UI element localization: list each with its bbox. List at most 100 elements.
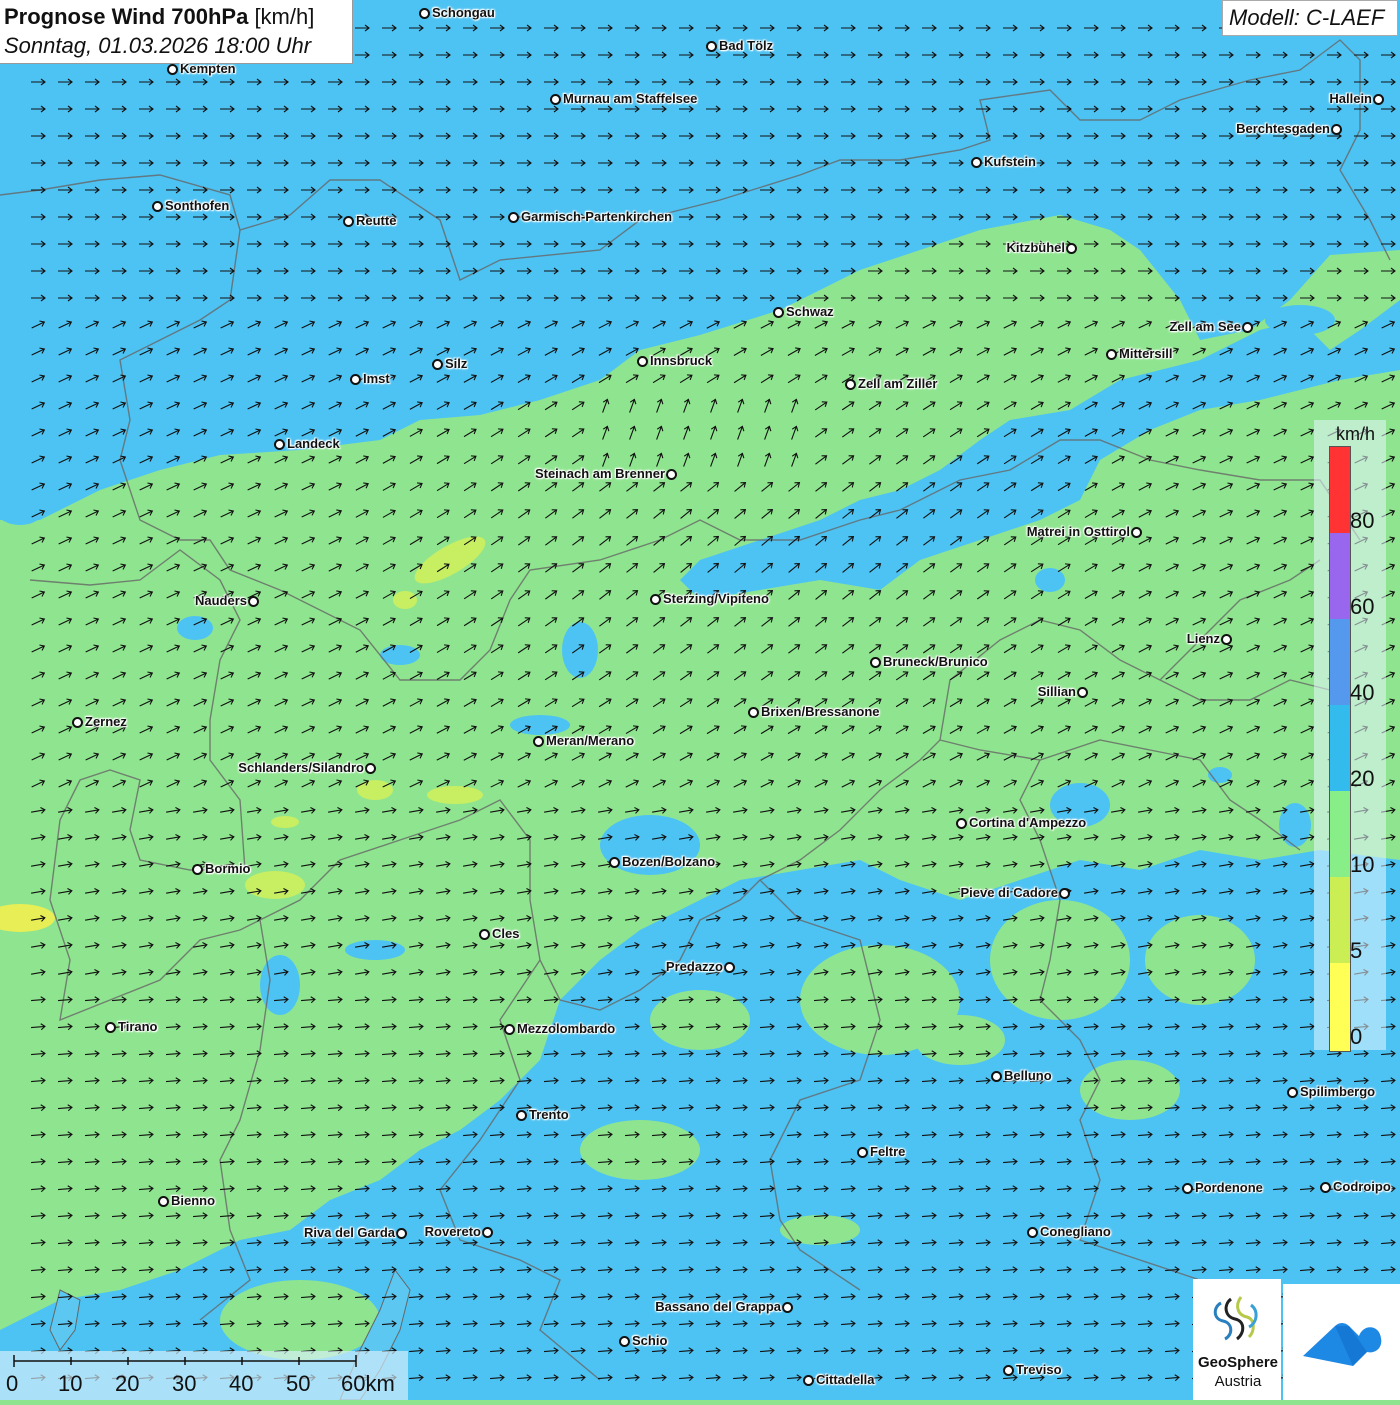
legend-label: 20 <box>1350 766 1375 791</box>
city-label: Bozen/Bolzano <box>622 854 716 869</box>
city-marker <box>432 359 443 370</box>
city-label: Schwaz <box>786 304 834 319</box>
city-label: Schongau <box>432 5 495 20</box>
city-label: Zell am Ziller <box>858 376 938 391</box>
wind-island <box>220 1280 380 1360</box>
wind-calm-patch <box>271 816 299 828</box>
city-label: Matrei in Osttirol <box>1026 524 1130 539</box>
legend-label: 10 <box>1350 852 1375 877</box>
legend-label: 0 <box>1350 1024 1363 1049</box>
wind-calm-patch <box>245 871 305 899</box>
city-marker <box>479 929 490 940</box>
city-label: Cles <box>492 926 520 941</box>
wind-island <box>260 1020 440 1160</box>
city-label: Trento <box>529 1107 569 1122</box>
city-marker <box>1331 124 1342 135</box>
city-label: Pordenone <box>1195 1180 1263 1195</box>
city-label: Hallein <box>1329 91 1372 106</box>
city-marker <box>706 41 717 52</box>
legend-label: 40 <box>1350 680 1375 705</box>
city-marker <box>991 1071 1002 1082</box>
city-marker <box>533 736 544 747</box>
city-marker <box>666 469 677 480</box>
city-label: Rovereto <box>424 1224 481 1239</box>
wind-calm-patch <box>357 780 393 800</box>
city-label: Imst <box>363 371 390 386</box>
city-marker <box>1242 322 1253 333</box>
city-label: Landeck <box>287 436 340 451</box>
geosphere-emblem-icon <box>1213 1296 1258 1341</box>
city-marker <box>343 216 354 227</box>
city-label: Zernez <box>85 714 127 729</box>
city-label: Garmisch-Partenkirchen <box>521 209 673 224</box>
legend-segment <box>1330 877 1350 963</box>
city-marker <box>152 201 163 212</box>
city-label: Belluno <box>1004 1068 1052 1083</box>
legend-unit: km/h <box>1336 424 1376 444</box>
wind-calm-patch <box>393 591 417 609</box>
city-label: Berchtesgaden <box>1236 121 1330 136</box>
city-marker <box>158 1196 169 1207</box>
scale-ruler <box>13 1355 357 1367</box>
app-logo[interactable] <box>1283 1284 1400 1400</box>
city-label: Silz <box>445 356 468 371</box>
legend-label: 60 <box>1350 594 1375 619</box>
wind-island <box>780 1215 860 1245</box>
city-marker <box>1027 1227 1038 1238</box>
city-marker <box>1106 349 1117 360</box>
city-marker <box>1182 1183 1193 1194</box>
wind-patch <box>345 940 405 960</box>
city-marker <box>724 962 735 973</box>
city-marker <box>619 1336 630 1347</box>
scale-label: 20 <box>115 1371 140 1396</box>
scale-label: 50 <box>286 1371 311 1396</box>
city-marker <box>105 1022 116 1033</box>
city-label: Bormio <box>205 861 251 876</box>
city-label: Kitzbühel <box>1006 240 1066 255</box>
city-label: Nauders <box>194 593 247 608</box>
city-marker <box>956 818 967 829</box>
city-marker <box>1373 94 1384 105</box>
city-label: Spilimbergo <box>1300 1084 1376 1099</box>
wind-patch <box>562 622 598 678</box>
app-logo-icon <box>1303 1323 1382 1366</box>
city-label: Pieve di Cadore <box>960 885 1058 900</box>
legend-label: 5 <box>1350 938 1363 963</box>
city-marker <box>773 307 784 318</box>
legend-segment <box>1330 447 1350 533</box>
wind-island <box>1145 915 1255 1005</box>
forecast-datetime: Sonntag, 01.03.2026 18:00 Uhr <box>4 33 312 58</box>
city-label: Zell am See <box>1169 319 1241 334</box>
city-label: Cortina d'Ampezzo <box>969 815 1087 830</box>
city-label: Riva del Garda <box>303 1225 395 1240</box>
city-label: Brixen/Bressanone <box>761 704 880 719</box>
city-marker <box>650 594 661 605</box>
legend-segment <box>1330 705 1350 791</box>
city-label: Bassano del Grappa <box>655 1299 781 1314</box>
city-label: Reutte <box>356 213 397 228</box>
city-marker <box>782 1302 793 1313</box>
city-marker <box>72 717 83 728</box>
city-label: Bad Tölz <box>719 38 774 53</box>
color-legend: km/h 80 60 40 20 10 5 0 <box>1314 420 1386 1052</box>
city-label: Schio <box>632 1333 668 1348</box>
city-label: Bruneck/Brunico <box>883 654 988 669</box>
city-label: Mezzolombardo <box>517 1021 616 1036</box>
city-label: Tirano <box>118 1019 158 1034</box>
city-marker <box>1059 888 1070 899</box>
city-label: Codroipo <box>1333 1179 1391 1194</box>
city-label: Murnau am Staffelsee <box>563 91 698 106</box>
scale-label: 0 <box>6 1371 19 1396</box>
city-marker <box>419 8 430 19</box>
map-title: Prognose Wind 700hPa [km/h] <box>4 4 315 29</box>
city-label: Bienno <box>171 1193 216 1208</box>
geosphere-logo-line1: GeoSphere <box>1197 1354 1279 1371</box>
legend-segment <box>1330 533 1350 619</box>
geosphere-logo-line2: Austria <box>1214 1373 1262 1390</box>
city-label: Sonthofen <box>165 198 230 213</box>
geosphere-logo[interactable]: GeoSphere Austria <box>1193 1279 1281 1400</box>
city-marker <box>1003 1365 1014 1376</box>
scale-bar: 0 10 20 30 40 50 60km <box>0 1351 408 1400</box>
city-label: Kufstein <box>984 154 1036 169</box>
title-unit: [km/h] <box>254 4 315 29</box>
